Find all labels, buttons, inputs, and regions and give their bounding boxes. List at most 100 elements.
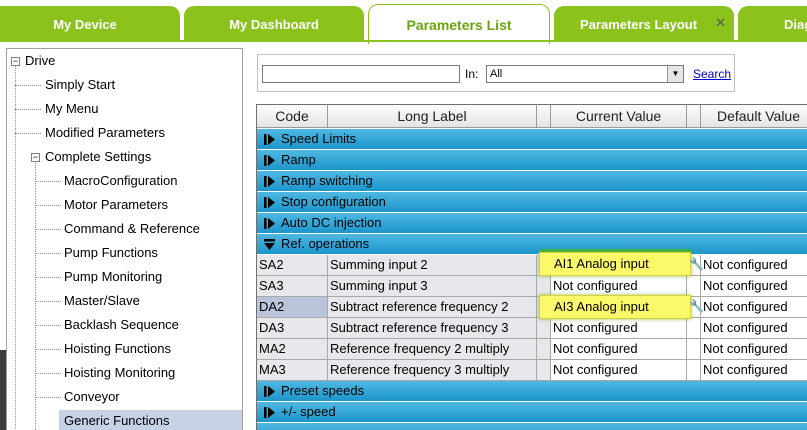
expand-icon — [264, 218, 275, 229]
tree-item-command-reference[interactable]: Command & Reference — [64, 218, 200, 240]
tab-diag[interactable]: Diag — [738, 6, 807, 42]
search-input[interactable] — [262, 65, 460, 83]
cell-code[interactable]: SA3 — [257, 276, 328, 297]
group-row-plus-minus-speed[interactable]: +/- speed — [257, 402, 807, 423]
in-label: In: — [465, 67, 479, 81]
collapse-icon[interactable]: − — [31, 153, 40, 162]
tree-item-backlash-sequence[interactable]: Backlash Sequence — [64, 314, 179, 336]
tab-my-device[interactable]: My Device — [0, 6, 180, 42]
cell-long-label[interactable]: Summing input 3 — [328, 276, 537, 297]
expand-icon — [264, 407, 275, 418]
tree-item-macroconfiguration[interactable]: MacroConfiguration — [64, 170, 177, 192]
column-header-default-value[interactable]: Default Value — [701, 104, 807, 128]
column-header-label: Code — [275, 108, 309, 124]
tab-bar: My Device My Dashboard Parameters List P… — [0, 0, 807, 44]
column-header-long-label[interactable]: Long Label — [328, 104, 537, 128]
filter-select-value: All — [490, 68, 503, 80]
close-icon[interactable]: ✕ — [715, 15, 726, 31]
tree-item-simply-start[interactable]: Simply Start — [45, 74, 115, 96]
cell-default-value: Not configured — [701, 339, 807, 360]
tree-item-motor-parameters[interactable]: Motor Parameters — [64, 194, 168, 216]
tree-item-my-menu[interactable]: My Menu — [45, 98, 98, 120]
tab-underline — [0, 40, 807, 42]
expand-icon — [264, 176, 275, 187]
cell-long-label[interactable]: Subtract reference frequency 3 — [328, 318, 537, 339]
cell-code[interactable]: DA2 — [257, 297, 328, 318]
search-bar: In: All ▼ Search — [257, 54, 735, 92]
tree-item-label: Drive — [25, 53, 56, 68]
tab-parameters-layout[interactable]: Parameters Layout ✕ — [554, 6, 734, 42]
cell-long-label[interactable]: Reference frequency 2 multiply — [328, 339, 537, 360]
cell-code[interactable]: MA3 — [257, 360, 328, 381]
collapse-icon — [264, 239, 275, 250]
column-header-label: Long Label — [397, 108, 467, 124]
group-row-ramp[interactable]: Ramp — [257, 150, 807, 171]
tab-label: My Device — [53, 16, 117, 32]
cell-current-value[interactable]: Not configured — [551, 276, 687, 297]
tree-item-hoisting-functions[interactable]: Hoisting Functions — [64, 338, 171, 360]
expand-icon — [264, 197, 275, 208]
tree-item-modified-parameters[interactable]: Modified Parameters — [45, 122, 165, 144]
cell-long-label[interactable]: Subtract reference frequency 2 — [328, 297, 537, 318]
column-header-code[interactable]: Code — [257, 104, 328, 128]
tree-item-master-slave[interactable]: Master/Slave — [64, 290, 140, 312]
tree-panel: − Drive Simply Start My Menu Modified Pa… — [6, 48, 243, 430]
highlighted-value-text: AI1 Analog input — [554, 256, 649, 271]
tree-item-label: Modified Parameters — [45, 125, 165, 140]
group-label: Auto DC injection — [281, 215, 382, 230]
highlighted-value[interactable]: AI3 Analog input — [539, 295, 691, 319]
group-row-stop-configuration[interactable]: Stop configuration — [257, 192, 807, 213]
group-row-ref-operations[interactable]: Ref. operations — [257, 234, 807, 255]
tab-parameters-list[interactable]: Parameters List — [368, 4, 550, 44]
cell-default-value: Not configured — [701, 297, 807, 318]
cell-default-value: Not configured — [701, 255, 807, 276]
tree-item-pump-monitoring[interactable]: Pump Monitoring — [64, 266, 162, 288]
cell-current-value[interactable]: Not configured — [551, 339, 687, 360]
highlighted-value[interactable]: AI1 Analog input — [539, 252, 691, 276]
group-row-preset-speeds[interactable]: Preset speeds — [257, 381, 807, 402]
tab-label: Diag — [784, 16, 807, 32]
cell-current-value[interactable]: Not configured — [551, 360, 687, 381]
tree-item-hoisting-monitoring[interactable]: Hoisting Monitoring — [64, 362, 175, 384]
tree-item-complete-settings[interactable]: Complete Settings — [45, 146, 151, 168]
tree-item-label: Simply Start — [45, 77, 116, 92]
wrench-icon[interactable]: 🔧 — [689, 257, 704, 271]
wrench-icon[interactable]: 🔧 — [689, 299, 704, 313]
group-row-auto-dc-injection[interactable]: Auto DC injection — [257, 213, 807, 234]
search-link[interactable]: Search — [693, 67, 731, 81]
group-row-speed-limits[interactable]: Speed Limits — [257, 129, 807, 150]
cell-code[interactable]: MA2 — [257, 339, 328, 360]
tree-line — [15, 85, 41, 86]
cell-long-label[interactable]: Summing input 2 — [328, 255, 537, 276]
column-header-spacer — [687, 104, 701, 128]
app-window: My Device My Dashboard Parameters List P… — [0, 0, 807, 430]
tree-line — [35, 301, 61, 302]
column-header-current-value[interactable]: Current Value — [551, 104, 687, 128]
tree-item-drive[interactable]: Drive — [25, 50, 55, 72]
tree-item-label: Motor Parameters — [64, 197, 169, 212]
group-row-partial[interactable] — [257, 423, 807, 430]
tree-line — [35, 181, 61, 182]
tree-item-label: Conveyor — [64, 389, 120, 404]
tab-my-dashboard[interactable]: My Dashboard — [184, 6, 364, 42]
cell-long-label[interactable]: Reference frequency 3 multiply — [328, 360, 537, 381]
tree-item-pump-functions[interactable]: Pump Functions — [64, 242, 158, 264]
tree-item-label: Command & Reference — [64, 221, 200, 236]
expand-icon — [264, 386, 275, 397]
collapse-icon[interactable]: − — [11, 57, 20, 66]
tree-line — [35, 253, 61, 254]
cell-code[interactable]: SA2 — [257, 255, 328, 276]
filter-select[interactable]: All ▼ — [486, 65, 684, 83]
cell-current-value[interactable]: Not configured — [551, 318, 687, 339]
tree-item-conveyor[interactable]: Conveyor — [64, 386, 120, 408]
tree-line — [15, 65, 16, 430]
cell-code[interactable]: DA3 — [257, 318, 328, 339]
group-row-ramp-switching[interactable]: Ramp switching — [257, 171, 807, 192]
chevron-down-icon[interactable]: ▼ — [667, 66, 683, 82]
tree-line — [15, 109, 41, 110]
group-label: Ref. operations — [281, 236, 370, 251]
group-label: Preset speeds — [281, 383, 365, 398]
cell-spacer — [537, 276, 551, 297]
tree-line — [15, 133, 41, 134]
tree-item-generic-functions[interactable]: Generic Functions — [59, 410, 242, 430]
